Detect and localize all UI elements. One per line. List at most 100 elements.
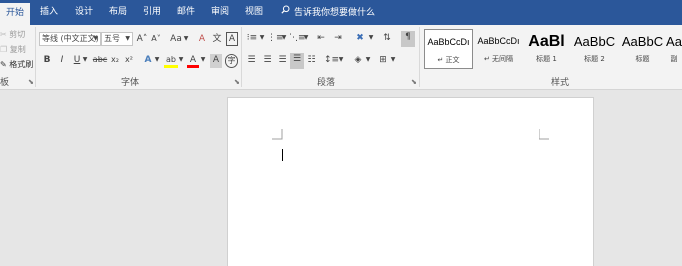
ribbon-home: ✂ 剪切 ❐ 复制 ✎ 格式刷 板 ⬊ 等线 (中文正文) ▼ 五号 ▼ A˄ A˅… (0, 25, 682, 90)
decrease-indent-icon[interactable]: ⇤ (314, 32, 328, 46)
tab-insert[interactable]: 插入 (35, 0, 63, 25)
font-family-dropdown[interactable]: 等线 (中文正文) ▼ (39, 32, 101, 46)
copy-label: 复制 (9, 45, 26, 54)
font-size-value: 五号 (104, 34, 120, 43)
style-heading-1[interactable]: AaBl 标题 1 (522, 29, 571, 69)
clipboard-launcher-icon[interactable]: ⬊ (28, 78, 34, 86)
brush-icon: ✎ (0, 60, 7, 69)
text-cursor (282, 149, 283, 161)
format-painter-button[interactable]: ✎ 格式刷 (0, 59, 33, 70)
superscript-button[interactable]: x² (123, 54, 135, 68)
chevron-down-icon[interactable]: ▼ (338, 54, 344, 68)
underline-button[interactable]: U (72, 54, 82, 68)
font-launcher-icon[interactable]: ⬊ (234, 78, 240, 86)
bold-button[interactable]: B (42, 54, 52, 68)
copy-button[interactable]: ❐ 复制 (0, 44, 26, 55)
chevron-down-icon[interactable]: ▼ (368, 32, 374, 46)
chinese-layout-icon[interactable]: ✖ (353, 32, 367, 46)
paragraph-group-label: 段落 (316, 78, 335, 88)
tab-view[interactable]: 视图 (240, 0, 268, 25)
grow-font-icon[interactable]: A˄ (136, 33, 148, 47)
tab-home[interactable]: 开始 (0, 3, 30, 25)
format-painter-label: 格式刷 (9, 60, 34, 69)
font-color-icon[interactable]: A (187, 54, 199, 68)
chevron-down-icon[interactable]: ▼ (390, 54, 396, 68)
numbering-icon[interactable]: ⋮≡ (267, 32, 284, 46)
tab-design[interactable]: 设计 (70, 0, 98, 25)
line-spacing-icon[interactable]: ↕≡ (324, 54, 339, 68)
clear-formatting-icon[interactable]: A (196, 33, 208, 47)
style-name: 标题 (635, 55, 650, 63)
tab-mailings[interactable]: 邮件 (172, 0, 200, 25)
font-family-value: 等线 (中文正文) (42, 34, 99, 43)
shading-icon[interactable]: ◈ (351, 54, 365, 68)
chevron-down-icon[interactable]: ▼ (259, 32, 265, 46)
chevron-down-icon[interactable]: ▼ (281, 32, 287, 46)
cut-button[interactable]: ✂ 剪切 (0, 29, 25, 40)
chevron-down-icon: ▼ (93, 35, 98, 42)
text-effects-icon[interactable]: A (142, 54, 154, 68)
style-subtitle[interactable]: Aa 副 (666, 29, 682, 69)
divider (241, 27, 242, 87)
style-sample: AaBbC (573, 34, 616, 49)
chevron-down-icon[interactable]: ▼ (200, 54, 206, 68)
align-right-icon[interactable]: ☰ (276, 54, 289, 68)
align-left-icon[interactable]: ☰ (245, 54, 258, 68)
character-shading-icon[interactable]: A (210, 54, 222, 68)
bullets-icon[interactable]: ⁝≡ (245, 32, 259, 46)
change-case-icon[interactable]: Aa (168, 33, 184, 47)
phonetic-guide-icon[interactable]: 文 (211, 33, 223, 47)
style-sample: AaBl (528, 33, 565, 50)
font-size-dropdown[interactable]: 五号 ▼ (101, 32, 133, 46)
chevron-down-icon[interactable]: ▼ (154, 54, 160, 68)
style-name: ↵ 正文 (437, 56, 460, 64)
justify-icon[interactable]: ☰ (290, 53, 304, 69)
chevron-down-icon[interactable]: ▼ (303, 32, 309, 46)
multilevel-list-icon[interactable]: ⋱≡ (289, 32, 306, 46)
chevron-down-icon[interactable]: ▼ (178, 54, 184, 68)
search-placeholder: 告诉我你想要做什么 (294, 8, 376, 18)
highlight-color-icon[interactable]: ab (164, 54, 178, 68)
clipboard-group-label: 板 (0, 78, 10, 88)
tab-references[interactable]: 引用 (138, 0, 166, 25)
style-sample: AaBbC (621, 34, 664, 49)
shrink-font-icon[interactable]: A˅ (150, 33, 162, 47)
character-border-icon[interactable]: A (226, 32, 238, 46)
tab-review[interactable]: 审阅 (206, 0, 234, 25)
style-heading-2[interactable]: AaBbC 标题 2 (570, 29, 619, 69)
paragraph-mark-icon: ↵ (483, 55, 490, 63)
italic-button[interactable]: I (57, 54, 67, 68)
sort-icon[interactable]: ⇅ (380, 32, 394, 46)
paragraph-launcher-icon[interactable]: ⬊ (411, 78, 417, 86)
copy-icon: ❐ (0, 45, 8, 54)
chevron-down-icon[interactable]: ▼ (183, 33, 189, 47)
margin-corner-mark (272, 129, 283, 140)
scissors-icon: ✂ (0, 30, 7, 39)
chevron-down-icon[interactable]: ▼ (82, 54, 88, 68)
ribbon-tab-bar: 开始 插入 设计 布局 引用 邮件 审阅 视图 告诉我你想要做什么 (0, 0, 682, 25)
style-name: 标题 1 (536, 55, 557, 63)
increase-indent-icon[interactable]: ⇥ (331, 32, 345, 46)
style-title[interactable]: AaBbC 标题 (618, 29, 667, 69)
document-page[interactable] (227, 97, 594, 266)
chevron-down-icon[interactable]: ▼ (365, 54, 371, 68)
divider (419, 27, 420, 87)
distributed-icon[interactable]: ☷ (305, 54, 318, 68)
subscript-button[interactable]: x₂ (109, 54, 121, 68)
style-sample: Aa (666, 34, 682, 49)
show-formatting-marks-icon[interactable]: ¶ (401, 31, 415, 47)
borders-icon[interactable]: ⊞ (376, 54, 390, 68)
style-name: 副 (670, 55, 678, 63)
tab-layout[interactable]: 布局 (104, 0, 132, 25)
enclose-characters-icon[interactable]: 字 (225, 54, 238, 68)
styles-group-label: 样式 (550, 78, 569, 88)
style-normal[interactable]: AaBbCcDı ↵ 正文 (424, 29, 473, 69)
cut-label: 剪切 (9, 30, 26, 39)
font-group-label: 字体 (120, 78, 139, 88)
styles-gallery: AaBbCcDı ↵ 正文 AaBbCcDı ↵ 无间隔 AaBl 标题 1 A… (424, 29, 682, 69)
strikethrough-button[interactable]: abc (92, 54, 108, 68)
align-center-icon[interactable]: ☰ (261, 54, 274, 68)
style-no-spacing[interactable]: AaBbCcDı ↵ 无间隔 (474, 29, 523, 69)
tell-me-search[interactable]: 告诉我你想要做什么 (281, 0, 375, 25)
margin-corner-mark (539, 129, 549, 140)
